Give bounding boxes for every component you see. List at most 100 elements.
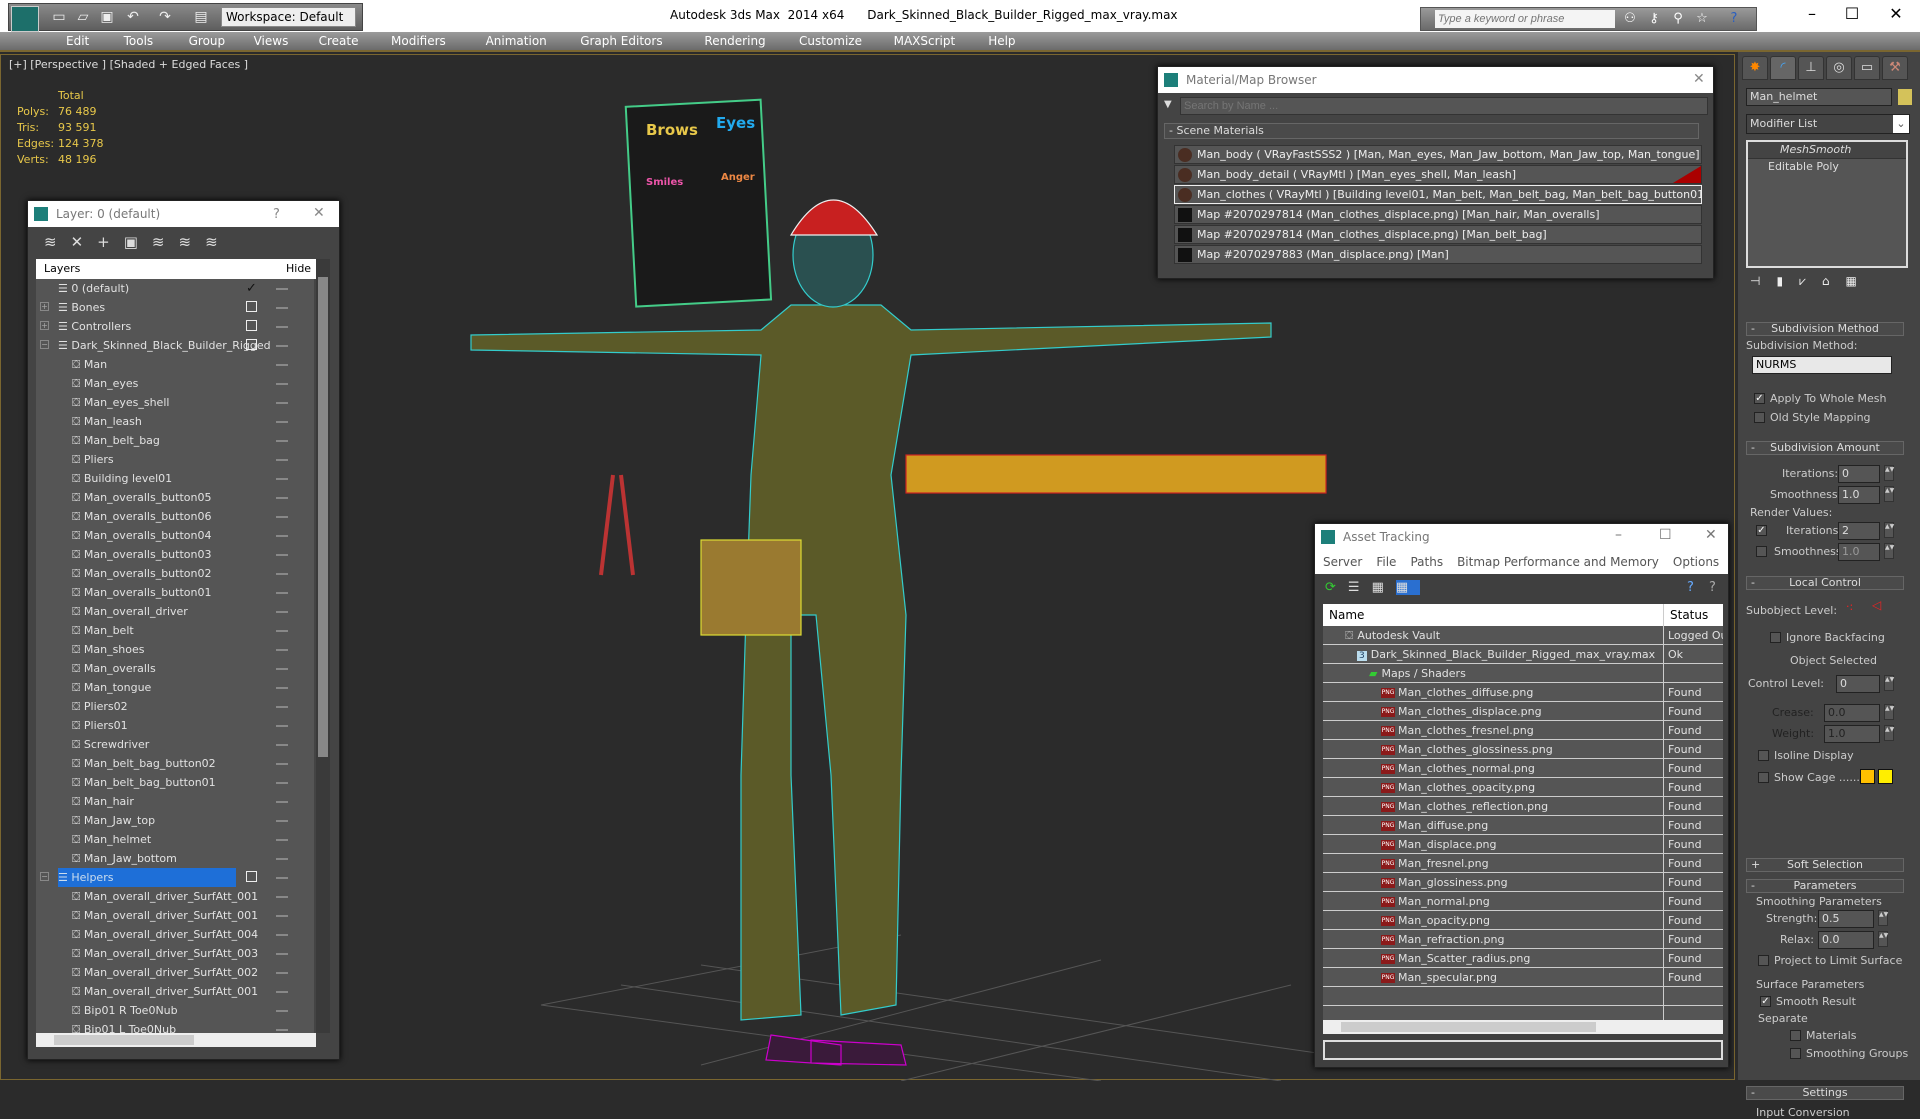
iterations-field[interactable]: 0 (1838, 465, 1880, 483)
app-menu-button[interactable] (11, 6, 39, 32)
asset-row[interactable]: PNG Man_Scatter_radius.png Found (1323, 949, 1723, 968)
hide-toggle[interactable] (276, 421, 288, 423)
modify-tab-icon[interactable]: ◜ (1770, 56, 1796, 80)
rollout-subdivision-method[interactable]: - Subdivision Method (1746, 322, 1904, 336)
menu-help[interactable]: Help (988, 34, 1015, 48)
layer-row[interactable]: ⛋ Man_hair (36, 792, 314, 811)
layer-row[interactable]: ⛋ Man_overalls_button01 (36, 583, 314, 602)
create-tab-icon[interactable]: ✸ (1742, 56, 1768, 80)
hide-toggle[interactable] (276, 896, 288, 898)
separate-materials-checkbox[interactable] (1790, 1030, 1801, 1041)
hide-toggle[interactable] (276, 991, 288, 993)
menu-rendering[interactable]: Rendering (704, 34, 765, 48)
hide-toggle[interactable] (276, 972, 288, 974)
crease-spinner[interactable]: ▲▼ (1884, 704, 1894, 720)
col-layers[interactable]: Layers (44, 259, 80, 279)
menu-tools[interactable]: Tools (124, 34, 154, 48)
layer-row[interactable]: + ☰ Controllers (36, 317, 314, 336)
crease-field[interactable]: 0.0 (1824, 704, 1880, 722)
cage-color-swatch-1[interactable] (1860, 769, 1875, 784)
asset-row[interactable]: PNG Man_glossiness.png Found (1323, 873, 1723, 892)
layer-row[interactable]: ⛋ Bip01 R Toe0Nub (36, 1001, 314, 1020)
layer-row[interactable]: ⛋ Man_overall_driver (36, 602, 314, 621)
strength-spinner[interactable]: ▲▼ (1878, 910, 1888, 926)
hide-toggle[interactable] (276, 820, 288, 822)
layer-row[interactable]: ⛋ Man_overalls_button02 (36, 564, 314, 583)
vertex-subobject-icon[interactable]: ·: (1846, 600, 1853, 613)
hide-toggle[interactable] (276, 934, 288, 936)
satellite-icon[interactable]: ⚲ (1669, 11, 1687, 26)
asset-row[interactable]: PNG Man_normal.png Found (1323, 892, 1723, 911)
menu-maxscript[interactable]: MAXScript (894, 34, 956, 48)
layer-row[interactable]: ⛋ Man_overall_driver_SurfAtt_001 (36, 982, 314, 1001)
delete-layer-icon[interactable]: ✕ (71, 233, 98, 251)
asset-row[interactable]: ▰ Maps / Shaders (1323, 664, 1723, 683)
scene-materials-group[interactable]: - Scene Materials (1164, 123, 1699, 139)
hide-toggle[interactable] (276, 839, 288, 841)
layer-row[interactable]: ⛋ Man_helmet (36, 830, 314, 849)
vertical-scrollbar[interactable] (316, 259, 330, 1033)
asset-row[interactable]: 3 Dark_Skinned_Black_Builder_Rigged_max_v… (1323, 645, 1723, 664)
show-end-result-icon[interactable]: ▮ (1776, 274, 1799, 288)
configure-modifier-sets-icon[interactable]: ▦ (1845, 274, 1872, 288)
pin-stack-icon[interactable]: ⊣ (1750, 274, 1776, 288)
layer-row[interactable]: ⛋ Man_shoes (36, 640, 314, 659)
close-dialog-button[interactable]: ✕ (1693, 71, 1705, 87)
render-smoothness-checkbox[interactable] (1756, 546, 1767, 557)
undo-icon[interactable]: ↶ (125, 9, 141, 25)
hide-toggle[interactable] (276, 516, 288, 518)
layer-row[interactable]: − ☰ Dark_Skinned_Black_Builder_Rigged (36, 336, 314, 355)
layer-row[interactable]: ⛋ Man_overall_driver_SurfAtt_002 (36, 963, 314, 982)
expand-toggle[interactable]: − (40, 872, 49, 881)
asset-menu-bitmap[interactable]: Bitmap Performance and Memory (1457, 555, 1659, 569)
save-icon[interactable]: ▣ (99, 9, 115, 25)
col-status[interactable]: Status (1663, 604, 1708, 626)
motion-tab-icon[interactable]: ◎ (1826, 56, 1852, 80)
hide-toggle[interactable] (276, 402, 288, 404)
asset-row[interactable]: PNG Man_clothes_glossiness.png Found (1323, 740, 1723, 759)
close-dialog-button[interactable]: ✕ (1705, 527, 1717, 543)
hide-toggle[interactable] (276, 668, 288, 670)
asset-row[interactable]: PNG Man_specular.png Found (1323, 968, 1723, 987)
layer-row[interactable]: ⛋ Man_overall_driver_SurfAtt_001 (36, 906, 314, 925)
layer-row[interactable]: ⛋ Man_overall_driver_SurfAtt_001 (36, 887, 314, 906)
set-current-checkbox[interactable] (246, 871, 257, 882)
hide-toggle[interactable] (276, 326, 288, 328)
hide-toggle[interactable] (276, 497, 288, 499)
layer-row[interactable]: ⛋ Man_eyes (36, 374, 314, 393)
workspace-dropdown[interactable]: Workspace: Default (221, 7, 356, 27)
refresh-icon[interactable]: ⟳ (1325, 580, 1348, 595)
layer-row[interactable]: ⛋ Man_overalls_button06 (36, 507, 314, 526)
list-view-icon[interactable]: ☰ (1348, 580, 1372, 595)
menu-edit[interactable]: Edit (66, 34, 89, 48)
rollout-settings[interactable]: - Settings (1746, 1086, 1904, 1100)
menu-views[interactable]: Views (254, 34, 289, 48)
layer-row[interactable]: ⛋ Man_belt_bag (36, 431, 314, 450)
old-style-mapping-checkbox[interactable] (1754, 412, 1765, 423)
minimize-button[interactable]: – (1792, 4, 1832, 23)
hide-toggle[interactable] (276, 687, 288, 689)
asset-row[interactable]: PNG Man_clothes_fresnel.png Found (1323, 721, 1723, 740)
asset-row[interactable] (1323, 987, 1723, 1006)
smooth-result-checkbox[interactable]: ✓ (1760, 996, 1771, 1007)
expand-toggle[interactable]: − (40, 340, 49, 349)
subdivision-method-dropdown[interactable]: NURMS (1752, 356, 1892, 374)
material-row[interactable]: Man_body ( VRayFastSSS2 ) [Man, Man_eyes… (1174, 145, 1702, 164)
layer-row[interactable]: ⛋ Pliers02 (36, 697, 314, 716)
cage-color-swatch-2[interactable] (1878, 769, 1893, 784)
redo-icon[interactable]: ↷ (157, 9, 173, 25)
render-iterations-spinner[interactable]: ▲▼ (1884, 522, 1894, 538)
render-iterations-field[interactable]: 2 (1838, 522, 1880, 540)
hide-toggle[interactable] (276, 288, 288, 290)
maximize-button[interactable]: ☐ (1659, 527, 1672, 543)
hide-toggle[interactable] (276, 307, 288, 309)
polygon-subobject-icon[interactable]: ◁ (1872, 598, 1881, 612)
layer-row[interactable]: ⛋ Man_leash (36, 412, 314, 431)
material-row[interactable]: Map #2070297814 (Man_clothes_displace.pn… (1174, 225, 1702, 244)
weight-spinner[interactable]: ▲▼ (1884, 725, 1894, 741)
control-level-spinner[interactable]: ▲▼ (1884, 675, 1894, 691)
project-limit-surface-checkbox[interactable] (1758, 955, 1769, 966)
layer-row[interactable]: ⛋ Man (36, 355, 314, 374)
layer-row[interactable]: ⛋ Man_belt (36, 621, 314, 640)
set-current-checkbox[interactable] (246, 301, 257, 312)
